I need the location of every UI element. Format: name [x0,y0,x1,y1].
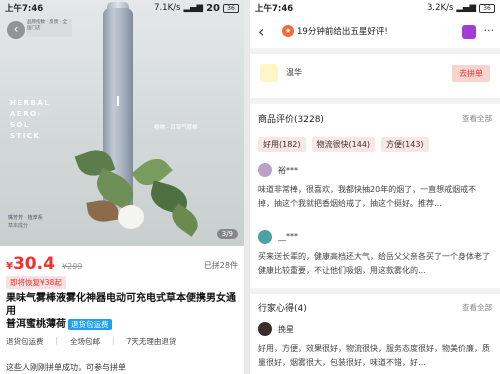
status-time: 上午7:46 [5,4,44,14]
store-avatar [260,64,278,82]
reviews-title: 商品评价(3228) [258,115,324,125]
battery-icon: 36 [479,3,495,13]
avatar [258,322,272,336]
watermark-text: 20 [206,2,220,14]
brand-line: 嘴芳芳 · 植萃系 [8,215,43,221]
review-tag[interactable]: 方便(143) [381,137,429,152]
reviewer-name: __*** [278,232,298,241]
signal-icon: ▂▄▆ [183,3,204,13]
review-item[interactable]: 裕*** 味道非常棒，很喜欢，我都快抽20年的烟了，一直想戒烟戒不掉，抽这个我就… [258,163,492,215]
service-item: 7天无理由退货 [126,337,177,346]
current-price: ¥30.4 [6,254,55,274]
herbal-line: STICK [10,132,41,140]
net-speed: 7.1K/s [154,3,181,13]
status-bar: 上午7:46 3.2K/s ▂▄▆ 36 [250,0,500,16]
rating-banner: ★ 19分钟前给出五星好评! [282,22,388,40]
review-text: 买来送长辈的，健康高档还大气，给岳父父亲各买了一个身体老了健康比较重要，不让他们… [258,252,490,275]
product-title: 果味气雾棒液雾化神器电动可充电式草本便携男女通用 普洱蜜桃薄荷 退货包运费 [6,292,238,331]
return-shipping-pill: 退货包运费 [68,319,112,330]
status-bar: 上午7:46 7.1K/s ▂▄▆ 20 36 [0,0,244,16]
service-item: 全场包邮 [70,337,101,346]
brand-sub: 草本成分 [8,223,29,229]
store-name: 温华 [286,68,302,77]
see-all-expert-link[interactable]: 查看全部 [462,302,492,313]
signal-icon: ▂▄▆ [456,3,476,13]
image-counter: 3/9 [216,229,238,239]
expert-review-item[interactable]: 挽星 好用，方便，效果很好，物流很快，服务态度很好，物美价廉，质量很好，烟雾很大… [258,322,492,374]
divider [250,288,500,294]
title-line-2: 普洱蜜桃薄荷 [6,319,66,330]
status-time: 上午7:46 [255,4,294,14]
promo-badge: 即将恢复¥38起 [6,276,66,289]
flower-decoration [118,205,144,229]
herbal-line: AERO- [10,110,43,118]
review-tag[interactable]: 物流很快(144) [311,137,376,152]
review-tags: 好用(182) 物流很快(144) 方便(143) [258,137,429,152]
join-group-button[interactable]: 去拼单 [452,65,490,82]
title-line-1: 果味气雾棒液雾化神器电动可充电式草本便携男女通用 [6,293,236,317]
reviewer-name: 裕*** [278,166,298,175]
sold-count: 已拼28件 [203,261,238,270]
price-row: ¥30.4 ¥299 已拼28件 [6,254,238,274]
review-text: 味道非常棒，很喜欢，我都快抽20年的烟了，一直想戒烟戒不掉，抽这个我就把香烟给戒… [258,185,477,208]
avatar [258,163,272,177]
group-buy-row: 温华 去拼单 [250,54,500,92]
service-guarantees[interactable]: 退货包运费 | 全场包邮 | 7天无理由退货 [6,336,238,347]
battery-icon: 36 [223,3,239,13]
banner-text: 19分钟前给出五星好评! [297,27,388,37]
service-item: 退货包运费 [6,337,44,346]
divider: | [55,336,59,345]
herbal-aerosol-text: HERBAL AERO- SOL STICK [10,98,50,142]
net-speed: 3.2K/s [426,3,454,13]
brand-badge-icon[interactable] [462,25,476,39]
reviewer-name: 挽星 [278,325,294,334]
divider: | [112,336,115,345]
back-icon[interactable]: ‹ [258,22,264,41]
reviews-screen: 上午7:46 3.2K/s ▂▄▆ 36 ‹ ★ 19分钟前给出五星好评! ··… [250,0,500,374]
original-price: ¥299 [62,262,83,271]
back-icon[interactable]: ‹ [7,21,25,39]
expert-reviews-title: 行家心得(4) [258,304,307,314]
herbal-line: HERBAL [10,99,51,107]
group-buy-hint[interactable]: 这些人刚刚拼单成功，可参与拼单 [6,362,126,373]
divider [250,98,500,104]
device-led [117,96,119,106]
review-tag[interactable]: 好用(182) [258,137,306,152]
more-icon[interactable]: ··· [484,24,495,37]
herbal-line: SOL [10,121,30,129]
user-avatar-icon: ★ [282,25,294,37]
review-text: 好用，方便，效果很好，物流很快，服务态度很好，物美价廉，质量很好，烟雾很大，包装… [258,344,490,367]
product-detail-screen: HERBAL AERO- SOL STICK 植物 · 百草气雾棒 嘴芳芳 · … [0,0,244,374]
top-thumbnail[interactable]: 品牌指数 · 反馈 · 全国门店 [26,19,72,37]
see-all-reviews-link[interactable]: 查看全部 [462,113,492,124]
avatar [258,230,272,244]
review-item[interactable]: __*** 买来送长辈的，健康高档还大气，给岳父父亲各买了一个身体老了健康比较重… [258,230,492,282]
plant-note: 植物 · 百草气雾棒 [154,125,198,131]
